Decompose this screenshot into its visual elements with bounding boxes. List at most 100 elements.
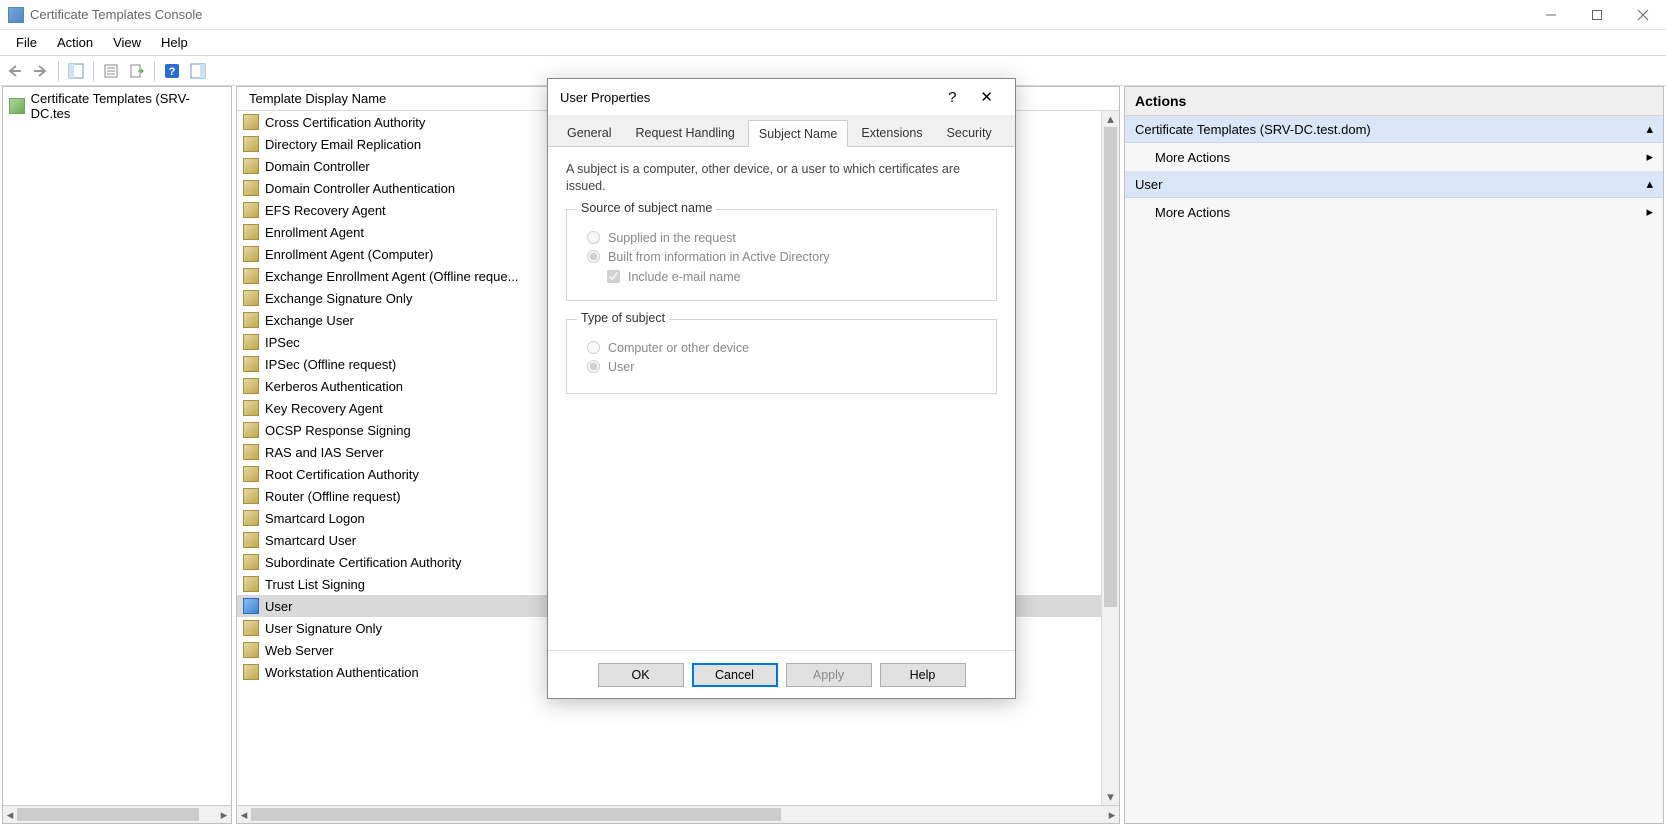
template-name: Exchange Enrollment Agent (Offline reque… [265,269,551,284]
app-icon [8,7,24,23]
template-name: Smartcard Logon [265,511,551,526]
actions-group-user[interactable]: User ▴ [1125,171,1663,198]
template-icon [243,422,259,438]
template-icon [243,444,259,460]
scroll-left-icon[interactable]: ◂ [3,806,17,823]
tree-root-item[interactable]: Certificate Templates (SRV-DC.tes [3,87,231,125]
tab-request-handling[interactable]: Request Handling [624,119,745,146]
scroll-up-icon[interactable]: ▴ [1102,111,1119,127]
fieldset-legend: Source of subject name [577,201,716,215]
template-icon [243,114,259,130]
dialog-titlebar[interactable]: User Properties ? ✕ [548,79,1015,115]
actions-pane: Actions Certificate Templates (SRV-DC.te… [1124,86,1664,824]
dialog-description: A subject is a computer, other device, o… [566,161,997,195]
template-icon [243,290,259,306]
radio-user: User [587,360,976,374]
menu-help[interactable]: Help [151,31,198,54]
actions-more-user[interactable]: More Actions ▸ [1125,198,1663,226]
template-name: Smartcard User [265,533,551,548]
list-vertical-scrollbar[interactable]: ▴ ▾ [1101,111,1119,805]
template-name: OCSP Response Signing [265,423,551,438]
tab-general[interactable]: General [556,119,622,146]
template-name: Enrollment Agent [265,225,551,240]
radio-label: Supplied in the request [608,231,736,245]
close-button[interactable] [1620,0,1666,30]
show-hide-tree-button[interactable] [65,60,87,82]
template-name: Workstation Authentication [265,665,551,680]
menu-action[interactable]: Action [47,31,103,54]
chevron-right-icon: ▸ [1646,204,1653,220]
radio-input [587,250,600,263]
fieldset-source-of-subject-name: Source of subject name Supplied in the r… [566,209,997,301]
template-name: Web Server [265,643,551,658]
scroll-left-icon[interactable]: ◂ [237,806,251,823]
radio-built-from-ad: Built from information in Active Directo… [587,250,976,264]
scrollbar-thumb[interactable] [1104,127,1117,607]
minimize-button[interactable] [1528,0,1574,30]
scroll-right-icon[interactable]: ▸ [217,806,231,823]
scrollbar-thumb[interactable] [17,808,199,821]
radio-label: Computer or other device [608,341,749,355]
dialog-tabs: General Request Handling Subject Name Ex… [548,115,1015,147]
checkbox-label: Include e-mail name [628,270,741,284]
template-name: Domain Controller Authentication [265,181,551,196]
tree-horizontal-scrollbar[interactable]: ◂ ▸ [3,805,231,823]
actions-group-certificate-templates[interactable]: Certificate Templates (SRV-DC.test.dom) … [1125,116,1663,143]
forward-button[interactable] [30,60,52,82]
radio-input [587,360,600,373]
template-icon [243,598,259,614]
scroll-down-icon[interactable]: ▾ [1102,789,1119,805]
checkbox-input [607,270,620,283]
template-name: Enrollment Agent (Computer) [265,247,551,262]
actions-more-certificate-templates[interactable]: More Actions ▸ [1125,143,1663,171]
template-icon [243,136,259,152]
template-icon [243,246,259,262]
dialog-close-button[interactable]: ✕ [970,88,1003,106]
template-name: IPSec (Offline request) [265,357,551,372]
actions-group-label: User [1135,177,1162,192]
tree-pane[interactable]: Certificate Templates (SRV-DC.tes ◂ ▸ [2,86,232,824]
template-icon [243,158,259,174]
collapse-icon: ▴ [1646,121,1653,137]
checkbox-include-email-name: Include e-mail name [607,270,976,284]
template-icon [243,202,259,218]
template-name: IPSec [265,335,551,350]
radio-input [587,231,600,244]
list-horizontal-scrollbar[interactable]: ◂ ▸ [237,805,1119,823]
dialog-help-action-button[interactable]: Help [880,663,966,687]
dialog-help-button[interactable]: ? [934,89,970,106]
template-name: Root Certification Authority [265,467,551,482]
user-properties-dialog: User Properties ? ✕ General Request Hand… [547,78,1016,699]
menu-bar: File Action View Help [0,30,1666,56]
dialog-body: A subject is a computer, other device, o… [548,147,1015,650]
template-name: Directory Email Replication [265,137,551,152]
window-titlebar: Certificate Templates Console [0,0,1666,30]
template-icon [243,378,259,394]
scroll-right-icon[interactable]: ▸ [1105,806,1119,823]
menu-view[interactable]: View [103,31,151,54]
tab-extensions[interactable]: Extensions [850,119,933,146]
template-name: Domain Controller [265,159,551,174]
help-button[interactable]: ? [161,60,183,82]
ok-button[interactable]: OK [598,663,684,687]
template-name: Exchange User [265,313,551,328]
template-name: User Signature Only [265,621,551,636]
template-icon [243,224,259,240]
tab-subject-name[interactable]: Subject Name [748,120,849,147]
tab-security[interactable]: Security [936,119,1003,146]
dialog-button-row: OK Cancel Apply Help [548,650,1015,698]
cancel-button[interactable]: Cancel [692,663,778,687]
maximize-button[interactable] [1574,0,1620,30]
apply-button[interactable]: Apply [786,663,872,687]
show-hide-action-pane-button[interactable] [187,60,209,82]
template-icon [243,576,259,592]
properties-button[interactable] [100,60,122,82]
column-template-display-name[interactable]: Template Display Name [243,91,543,106]
radio-input [587,341,600,354]
scrollbar-thumb[interactable] [251,808,781,821]
chevron-right-icon: ▸ [1646,149,1653,165]
collapse-icon: ▴ [1646,176,1653,192]
menu-file[interactable]: File [6,31,47,54]
back-button[interactable] [4,60,26,82]
export-button[interactable] [126,60,148,82]
